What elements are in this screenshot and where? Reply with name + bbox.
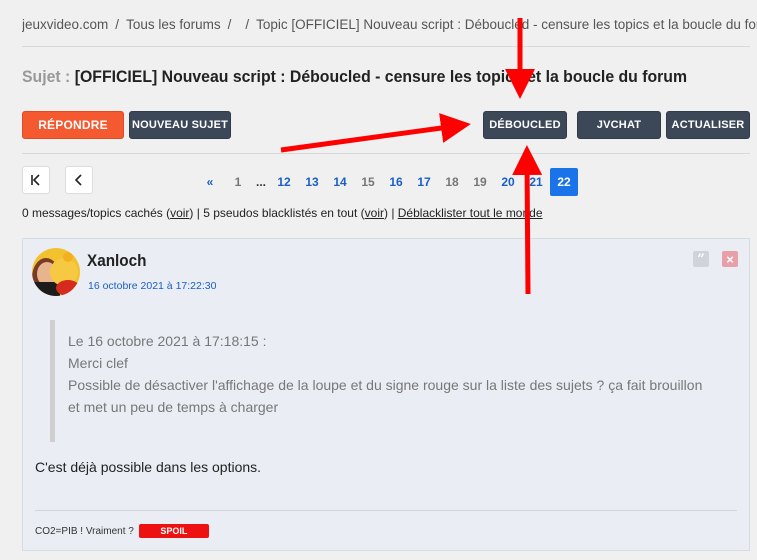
breadcrumb-separator: /	[115, 17, 120, 32]
show-hidden-link[interactable]: voir	[170, 206, 189, 220]
page-link-19[interactable]: 19	[466, 168, 494, 196]
info-text: ) | 5 pseudos blacklistés en tout (	[189, 206, 365, 220]
quote-icon[interactable]: ”	[693, 251, 709, 267]
reply-button[interactable]: Répondre	[22, 111, 124, 139]
blacklist-info: 0 messages/topics cachés (voir) | 5 pseu…	[22, 206, 543, 220]
avatar-image	[32, 248, 80, 296]
page-link-12[interactable]: 12	[270, 168, 298, 196]
page-link-17[interactable]: 17	[410, 168, 438, 196]
breadcrumb-site-link[interactable]: jeuxvideo.com	[22, 17, 108, 32]
page-prev-link[interactable]: «	[196, 168, 224, 196]
divider	[35, 510, 737, 511]
page-title: Sujet : [OFFICIEL] Nouveau script : Débo…	[22, 67, 706, 87]
new-topic-button[interactable]: Nouveau sujet	[129, 111, 231, 139]
subject-title: [OFFICIEL] Nouveau script : Déboucled - …	[74, 67, 688, 86]
show-blacklisted-link[interactable]: voir	[365, 206, 384, 220]
page-link-13[interactable]: 13	[298, 168, 326, 196]
spoil-button[interactable]: SPOIL	[138, 524, 209, 538]
quote-line: Possible de désactiver l'affichage de la…	[68, 377, 703, 393]
breadcrumb-separator: /	[227, 17, 232, 32]
page-link-15[interactable]: 15	[354, 168, 382, 196]
page-ellipsis: ...	[255, 175, 266, 189]
page-link-16[interactable]: 16	[382, 168, 410, 196]
forum-post: Xanloch 16 octobre 2021 à 17:22:30 ” × L…	[22, 238, 750, 551]
quote-header: Le 16 octobre 2021 à 17:18:15 :	[68, 333, 267, 349]
page-link-21[interactable]: 21	[522, 168, 550, 196]
first-page-button[interactable]	[22, 166, 50, 194]
breadcrumb-forums-link[interactable]: Tous les forums	[126, 17, 221, 32]
jvchat-button[interactable]: JVChat	[577, 111, 661, 139]
breadcrumb: jeuxvideo.com / Tous les forums / / Topic [OF…	[22, 17, 757, 32]
refresh-button[interactable]: Actualiser	[666, 111, 750, 139]
quote-line: et met un peu de temps à charger	[68, 399, 279, 415]
signature-text: CO2=PIB ! Vraiment ?	[35, 525, 134, 537]
quote-block: Le 16 octobre 2021 à 17:18:15 : Merci cl…	[50, 320, 720, 442]
info-text: ) |	[383, 206, 398, 220]
divider	[22, 153, 750, 154]
first-page-icon	[31, 174, 40, 186]
page-current[interactable]: 22	[550, 168, 578, 196]
close-icon[interactable]: ×	[722, 251, 738, 267]
previous-page-button[interactable]	[65, 166, 93, 194]
post-author[interactable]: Xanloch	[87, 251, 147, 271]
signature: CO2=PIB ! Vraiment ? SPOIL	[35, 524, 209, 538]
info-text: 0 messages/topics cachés (	[22, 206, 171, 220]
divider	[22, 46, 750, 47]
subject-label: Sujet :	[22, 67, 71, 86]
post-body: C'est déjà possible dans les options.	[35, 459, 262, 475]
page-link-14[interactable]: 14	[326, 168, 354, 196]
post-date[interactable]: 16 octobre 2021 à 17:22:30	[88, 280, 216, 292]
deblacklist-all-link[interactable]: Déblacklister tout le monde	[398, 206, 543, 220]
arrow-left	[280, 113, 471, 153]
page-link-1[interactable]: 1	[224, 168, 252, 196]
quote-line: Merci clef	[68, 355, 128, 371]
page-link-20[interactable]: 20	[494, 168, 522, 196]
previous-page-icon	[74, 174, 82, 186]
avatar[interactable]	[32, 248, 80, 296]
deboucled-button[interactable]: Déboucled	[483, 111, 567, 139]
page-link-18[interactable]: 18	[438, 168, 466, 196]
pagination: « 1 ... 12 13 14 15 16 17 18 19 20 21 22	[196, 168, 578, 196]
breadcrumb-separator: /	[245, 17, 250, 32]
breadcrumb-topic-link[interactable]: Topic [OFFICIEL] Nouveau script : Débouc…	[256, 17, 757, 32]
